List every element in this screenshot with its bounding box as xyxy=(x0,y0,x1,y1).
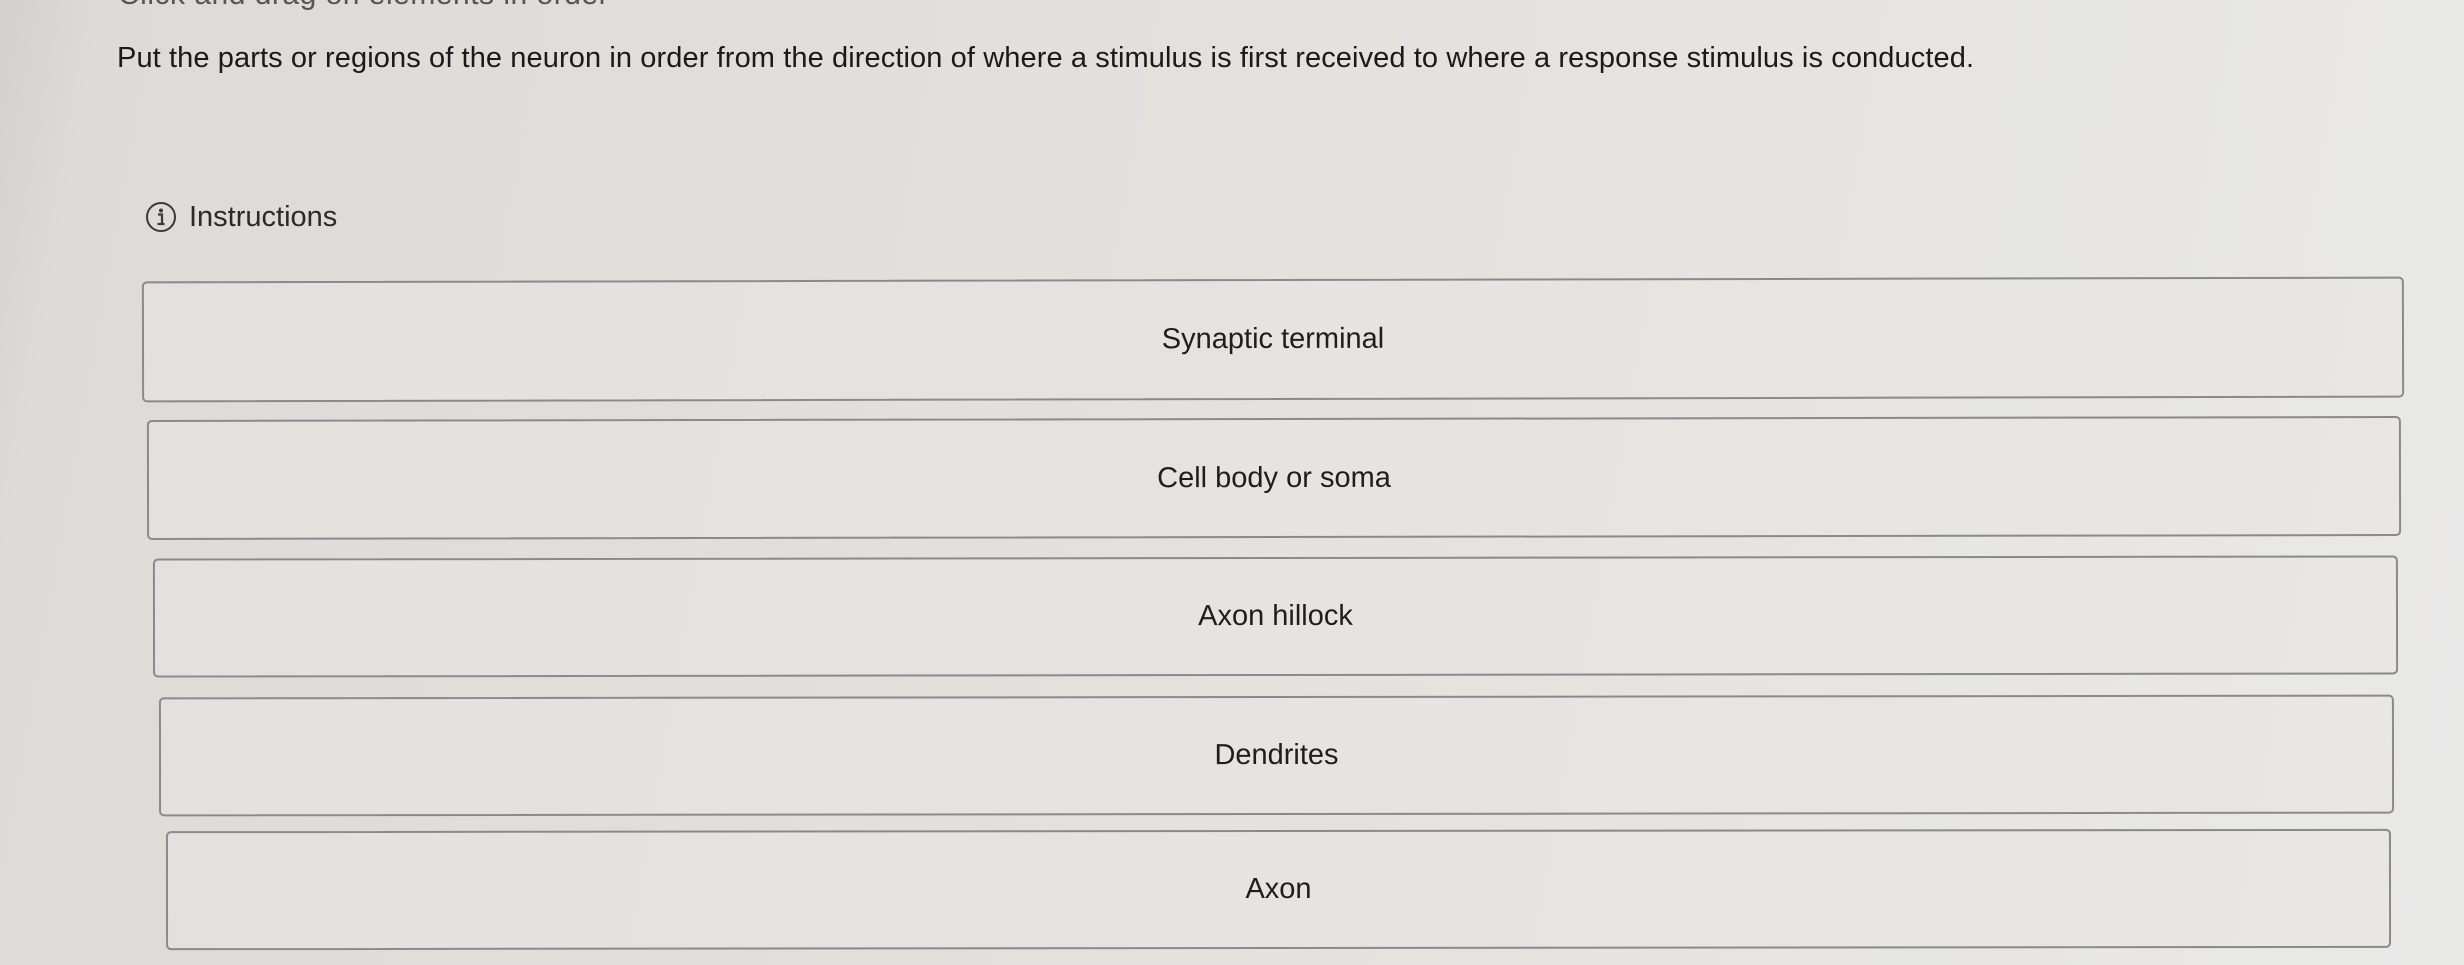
draggable-item-label: Axon hillock xyxy=(1198,599,1353,633)
info-circle-icon xyxy=(146,202,176,232)
question-prompt: Put the parts or regions of the neuron i… xyxy=(117,42,1975,74)
draggable-item-label: Synaptic terminal xyxy=(1161,322,1385,356)
page-header-cut-off: Click and drag on elements in order xyxy=(118,0,609,12)
draggable-item-dendrites[interactable]: Dendrites xyxy=(158,694,2395,817)
draggable-item-synaptic-terminal[interactable]: Synaptic terminal xyxy=(141,276,2405,403)
draggable-item-axon[interactable]: Axon xyxy=(165,828,2392,951)
draggable-item-axon-hillock[interactable]: Axon hillock xyxy=(152,555,2399,678)
draggable-item-label: Cell body or soma xyxy=(1157,461,1391,494)
draggable-item-cell-body[interactable]: Cell body or soma xyxy=(146,416,2402,540)
instructions-toggle[interactable]: Instructions xyxy=(145,197,337,237)
draggable-item-label: Dendrites xyxy=(1214,738,1339,772)
instructions-label: Instructions xyxy=(189,200,338,233)
draggable-item-label: Axon xyxy=(1245,872,1312,906)
